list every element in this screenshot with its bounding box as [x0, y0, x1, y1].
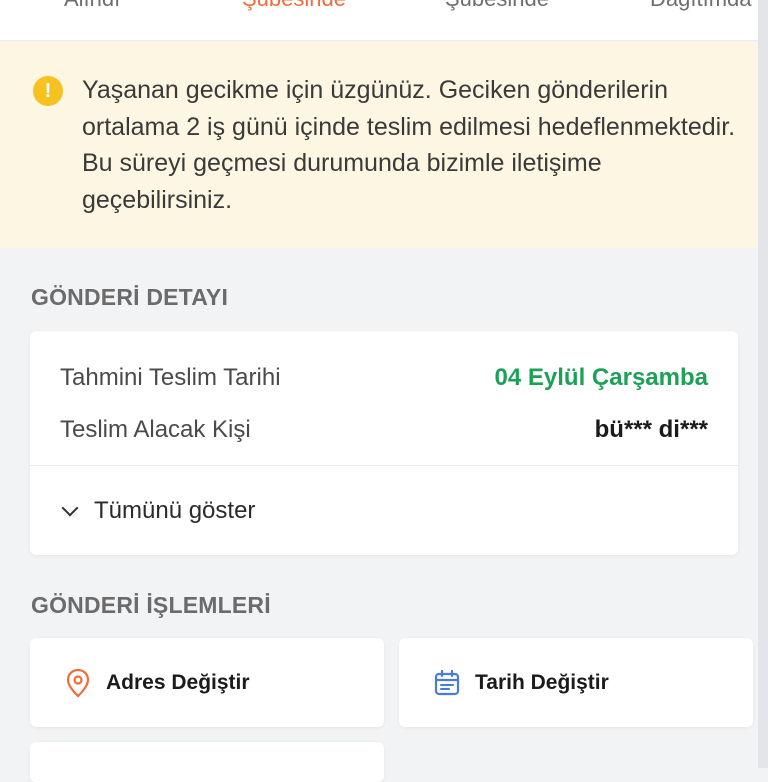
delay-notice: ! Yaşanan gecikme için üzgünüz. Geciken …: [0, 42, 758, 248]
calendar-icon: [433, 669, 461, 697]
change-date-label: Tarih Değiştir: [475, 670, 609, 694]
show-all-label: Tümünü göster: [94, 497, 256, 524]
notice-text: Yaşanan gecikme için üzgünüz. Geciken gö…: [82, 76, 736, 214]
tab-at-branch-active[interactable]: Şubesinde: [242, 0, 346, 12]
status-tab-bar: Alındı Şubesinde Şubesinde Dağıtımda: [0, 0, 758, 41]
shipment-detail-card: Tahmini Teslim Tarihi 04 Eylül Çarşamba …: [30, 331, 738, 555]
change-date-button[interactable]: Tarih Değiştir: [399, 638, 753, 727]
shipment-detail-title: GÖNDERİ DETAYI: [31, 284, 229, 310]
change-address-button[interactable]: Adres Değiştir: [30, 638, 384, 727]
tab-out-for-delivery[interactable]: Dağıtımda: [650, 0, 752, 12]
estimated-delivery-row: Tahmini Teslim Tarihi 04 Eylül Çarşamba: [60, 358, 708, 398]
warning-circle-icon: !: [33, 76, 63, 106]
shipment-actions-title: GÖNDERİ İŞLEMLERİ: [31, 592, 271, 618]
tab-at-branch[interactable]: Şubesinde: [445, 0, 549, 12]
chevron-down-icon: [61, 499, 79, 517]
receiver-row: Teslim Alacak Kişi bü*** di***: [60, 410, 708, 450]
receiver-label: Teslim Alacak Kişi: [60, 416, 251, 443]
more-action-button[interactable]: [30, 742, 384, 782]
estimated-delivery-label: Tahmini Teslim Tarihi: [60, 364, 281, 391]
estimated-delivery-value: 04 Eylül Çarşamba: [494, 364, 708, 391]
divider: [30, 465, 738, 466]
change-address-label: Adres Değiştir: [106, 670, 250, 694]
location-pin-icon: [64, 668, 92, 697]
tab-received[interactable]: Alındı: [64, 0, 120, 12]
show-all-button[interactable]: Tümünü göster: [58, 491, 255, 531]
scroll-edge: [758, 0, 768, 768]
receiver-value: bü*** di***: [594, 416, 708, 443]
